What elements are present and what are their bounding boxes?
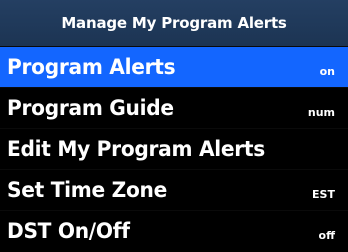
menu-item-value: on [319, 64, 335, 78]
menu-item-value: off [318, 228, 335, 242]
menu-item-label: Set Time Zone [7, 178, 167, 202]
menu-item-value: EST [312, 187, 335, 201]
menu-item-label: Program Guide [7, 96, 174, 120]
menu-item-label: DST On/Off [7, 219, 130, 243]
alerts-menu-screen: Manage My Program Alerts Program Alerts … [0, 0, 348, 252]
menu-item-program-alerts[interactable]: Program Alerts on [0, 46, 348, 87]
menu-item-label: Program Alerts [7, 55, 176, 79]
menu-item-program-guide[interactable]: Program Guide num [0, 87, 348, 128]
menu-item-dst-on-off[interactable]: DST On/Off off [0, 210, 348, 251]
menu-title: Manage My Program Alerts [61, 14, 287, 32]
menu-item-edit-my-program-alerts[interactable]: Edit My Program Alerts [0, 128, 348, 169]
menu-header: Manage My Program Alerts [0, 0, 348, 46]
menu-item-value: num [307, 105, 335, 119]
menu-item-label: Edit My Program Alerts [7, 137, 265, 161]
menu-list: Program Alerts on Program Guide num Edit… [0, 46, 348, 251]
menu-item-set-time-zone[interactable]: Set Time Zone EST [0, 169, 348, 210]
